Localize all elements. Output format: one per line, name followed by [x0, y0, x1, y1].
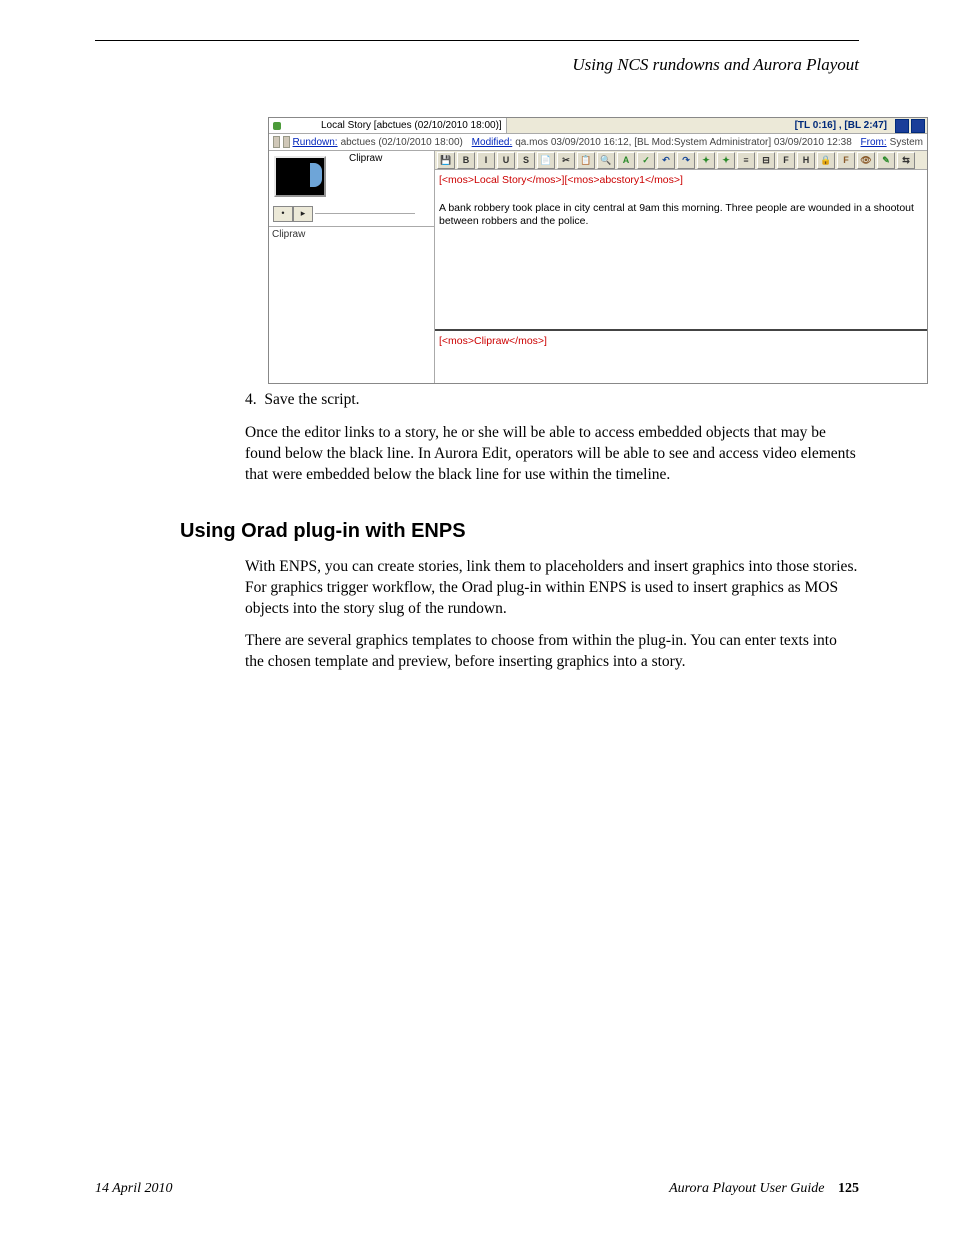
modified-value: qa.mos 03/09/2010 16:12, [BL Mod:System … [515, 137, 852, 148]
paragraph-2: With ENPS, you can create stories, link … [245, 557, 859, 620]
horizontal-rule [95, 40, 859, 41]
mos-tag-bottom: [<mos>Clipraw</mos>] [439, 335, 547, 347]
f2-icon[interactable]: F [837, 152, 855, 169]
step-4: 4. Save the script. [245, 390, 859, 411]
section-heading: Using Orad plug-in with ENPS [180, 520, 859, 543]
nav-track [315, 213, 415, 214]
minimize-icon[interactable] [895, 119, 909, 133]
spell-icon[interactable]: ✓ [637, 152, 655, 169]
page-number: 125 [838, 1181, 859, 1196]
find-icon[interactable]: 🔍 [597, 152, 615, 169]
script-body-text: A bank robbery took place in city centra… [439, 202, 914, 228]
script-upper[interactable]: [<mos>Local Story</mos>][<mos>abcstory1<… [435, 170, 927, 325]
step-text: Save the script. [264, 391, 359, 408]
copy-icon[interactable]: 📋 [577, 152, 595, 169]
script-lower[interactable]: [<mos>Clipraw</mos>] [435, 331, 927, 383]
paragraph-1: Once the editor links to a story, he or … [245, 423, 859, 486]
swap-icon[interactable]: ⇆ [897, 152, 915, 169]
footer-date: 14 April 2010 [95, 1181, 173, 1197]
rundown-value: abctues (02/10/2010 18:00) [341, 137, 463, 148]
clip-panel: Clipraw • ▸ Clipraw [269, 151, 435, 383]
titlebar-left: Local Story [abctues (02/10/2010 18:00)] [269, 118, 507, 133]
footer-guide: Aurora Playout User Guide 125 [669, 1181, 859, 1197]
lines-icon[interactable]: ≡ [737, 152, 755, 169]
bold-icon[interactable]: B [457, 152, 475, 169]
italic-icon[interactable]: I [477, 152, 495, 169]
from-value: System [890, 137, 923, 148]
clip-thumbnail[interactable] [274, 156, 326, 197]
from-link[interactable]: From: [861, 137, 887, 148]
modified-link[interactable]: Modified: [472, 137, 513, 148]
running-header: Using NCS rundowns and Aurora Playout [95, 55, 859, 75]
clip-thumbnail-panel: Clipraw • ▸ [269, 151, 434, 227]
clip-side-label: Clipraw [269, 227, 434, 242]
info-bar: Rundown: abctues (02/10/2010 18:00) Modi… [269, 134, 927, 151]
editor-body: Clipraw • ▸ Clipraw 💾 B I U [269, 151, 927, 383]
refresh-icon[interactable] [283, 136, 290, 148]
star-down-icon[interactable]: ✦ [717, 152, 735, 169]
save-icon[interactable]: 💾 [437, 152, 455, 169]
step-number: 4. [245, 391, 257, 408]
rundown-link[interactable]: Rundown: [293, 137, 338, 148]
preview-icon[interactable]: 👁 [857, 152, 875, 169]
page-footer: 14 April 2010 Aurora Playout User Guide … [95, 1181, 859, 1197]
cut-icon[interactable]: ✂ [557, 152, 575, 169]
underline-icon[interactable]: U [497, 152, 515, 169]
font-a-icon[interactable]: A [617, 152, 635, 169]
undo-icon[interactable]: ↶ [657, 152, 675, 169]
lock-icon[interactable]: 🔒 [817, 152, 835, 169]
clip-label: Clipraw [349, 153, 382, 164]
clip-nav: • ▸ [273, 206, 415, 222]
nav-prev-button[interactable]: • [273, 206, 293, 222]
titlebar: Local Story [abctues (02/10/2010 18:00)]… [269, 118, 927, 134]
time-labels: [TL 0:16] , [BL 2:47] [795, 120, 887, 131]
mos-tag-top: [<mos>Local Story</mos>][<mos>abcstory1<… [439, 174, 683, 186]
nav-next-button[interactable]: ▸ [293, 206, 313, 222]
clip-thumbnail-graphic [310, 163, 322, 187]
script-panel: 💾 B I U S 📄 ✂ 📋 🔍 A ✓ ↶ ↷ ✦ [435, 151, 927, 383]
window-title: Local Story [abctues (02/10/2010 18:00)] [321, 120, 502, 131]
maximize-icon[interactable] [911, 119, 925, 133]
h-icon[interactable]: H [797, 152, 815, 169]
paragraph-3: There are several graphics templates to … [245, 631, 859, 673]
boxed-icon[interactable]: ⊟ [757, 152, 775, 169]
footer-guide-title: Aurora Playout User Guide [669, 1181, 824, 1196]
page-icon[interactable]: 📄 [537, 152, 555, 169]
status-led-icon [273, 122, 281, 130]
search-icon[interactable] [273, 136, 280, 148]
embedded-screenshot: Local Story [abctues (02/10/2010 18:00)]… [268, 117, 859, 384]
script-toolbar: 💾 B I U S 📄 ✂ 📋 🔍 A ✓ ↶ ↷ ✦ [435, 151, 927, 170]
titlebar-right: [TL 0:16] , [BL 2:47] [507, 118, 927, 133]
f-icon[interactable]: F [777, 152, 795, 169]
star-up-icon[interactable]: ✦ [697, 152, 715, 169]
strike-icon[interactable]: S [517, 152, 535, 169]
edit-icon[interactable]: ✎ [877, 152, 895, 169]
redo-icon[interactable]: ↷ [677, 152, 695, 169]
enps-editor-window: Local Story [abctues (02/10/2010 18:00)]… [268, 117, 928, 384]
